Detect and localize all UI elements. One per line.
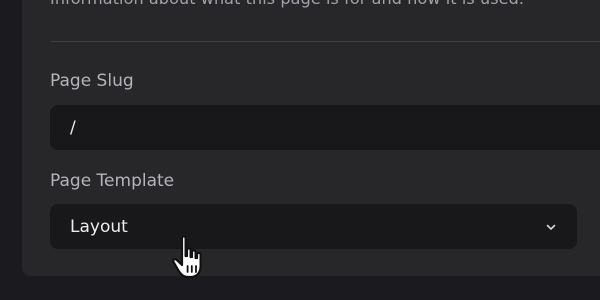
section-description: Information about what this page is for …	[50, 0, 524, 8]
section-divider	[50, 41, 600, 42]
page-slug-label: Page Slug	[50, 71, 134, 91]
hand-pointer-cursor-icon	[172, 235, 202, 279]
app-stage: Information about what this page is for …	[0, 0, 600, 300]
page-template-selected-value: Layout	[70, 216, 128, 237]
page-slug-value: /	[70, 117, 76, 138]
page-template-select[interactable]: Layout	[50, 204, 577, 249]
page-template-label: Page Template	[50, 171, 175, 191]
chevron-down-icon	[546, 224, 556, 230]
page-slug-input[interactable]: /	[50, 105, 600, 150]
